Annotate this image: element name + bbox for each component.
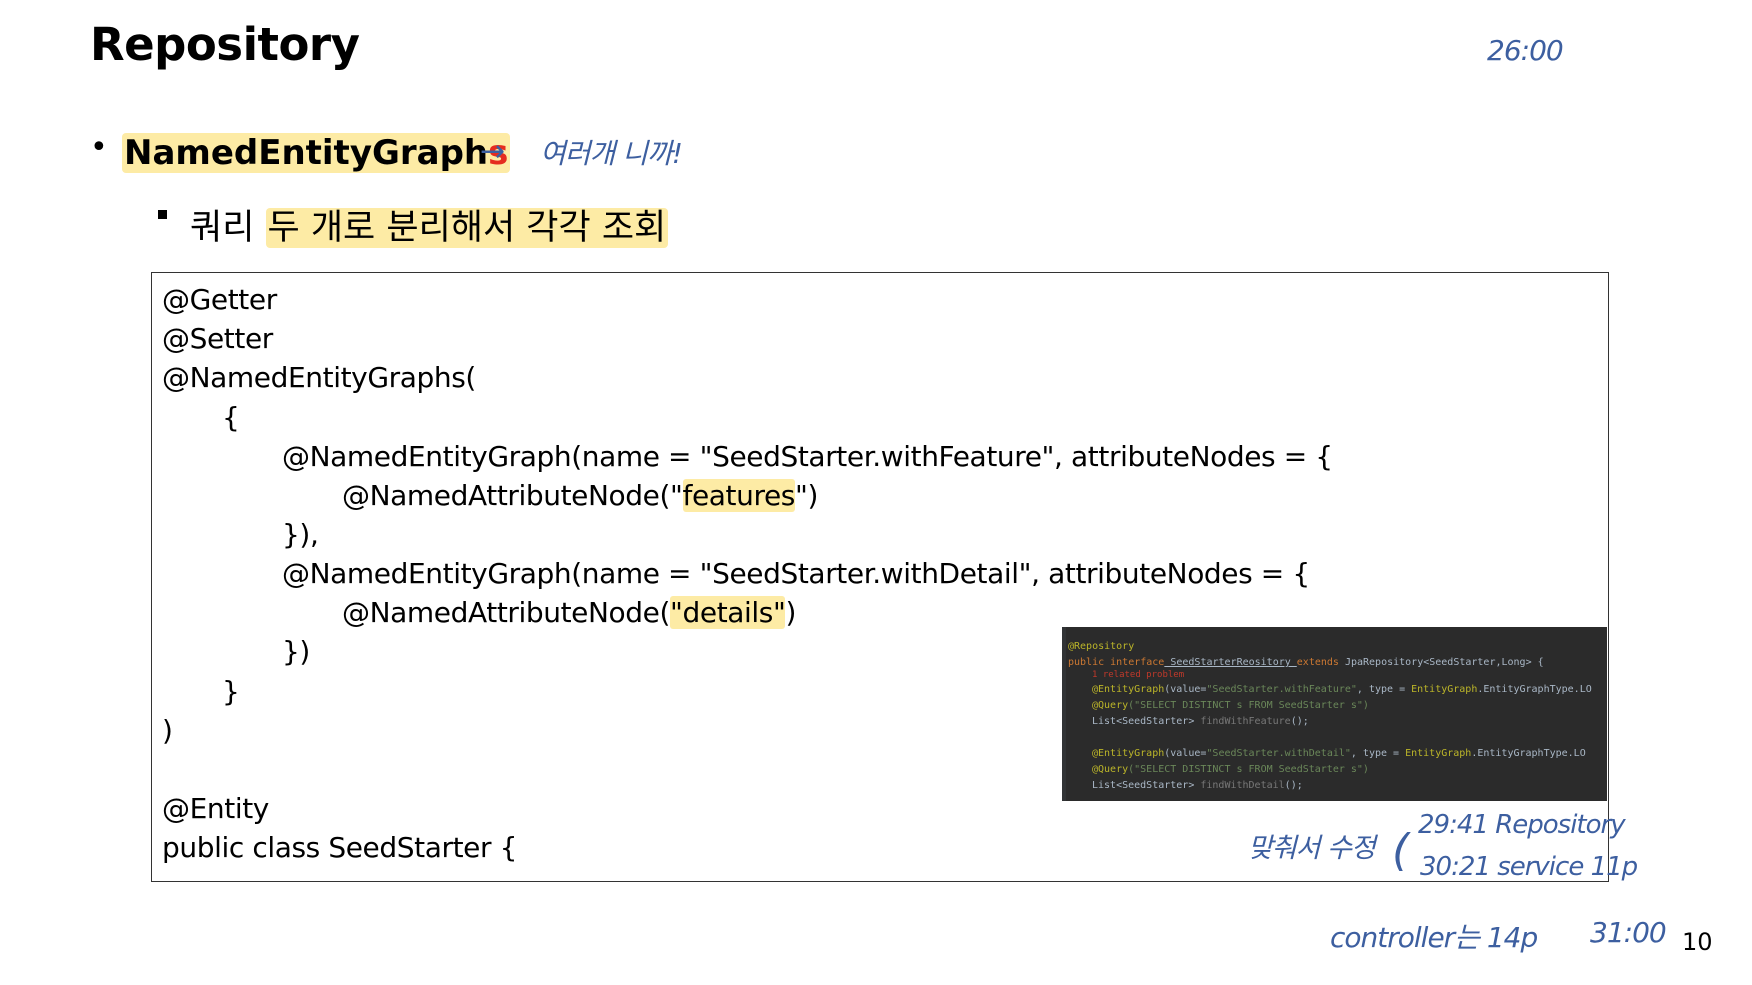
ide-screenshot: @Repository public interface SeedStarter… <box>1062 627 1607 801</box>
code-line: }), <box>282 518 319 551</box>
code-line: @NamedEntityGraph(name = "SeedStarter.wi… <box>282 440 1333 473</box>
square-bullet <box>158 210 167 219</box>
handwritten-note-service: 30:21 service 11p <box>1420 852 1638 882</box>
handwritten-bracket: ( <box>1392 825 1409 876</box>
code-line: ) <box>162 714 173 747</box>
sub-bullet-lead: 쿼리 <box>190 208 266 248</box>
code-highlight: features <box>682 479 795 512</box>
code-line: @Entity <box>162 792 269 825</box>
code-line: @NamedEntityGraph(name = "SeedStarter.wi… <box>282 557 1310 590</box>
highlight: NamedEntityGraphs <box>122 133 511 173</box>
code-line: @Setter <box>162 322 273 355</box>
bullet-namedentitygraphs: NamedEntityGraphs <box>122 133 511 173</box>
handwritten-time-bottom: 31:00 <box>1590 916 1667 949</box>
code-line: public class SeedStarter { <box>162 831 518 864</box>
code-line: }) <box>282 635 310 668</box>
sub-bullet-text: 쿼리 두 개로 분리해서 각각 조회 <box>190 199 669 250</box>
code-line: { <box>222 401 240 434</box>
code-line: } <box>222 675 240 708</box>
handwritten-note-repo: 29:41 Repository <box>1418 810 1626 840</box>
arrow-icon: → <box>480 134 506 169</box>
bullet-text: NamedEntityGraph <box>124 133 489 173</box>
ide-gutter <box>1062 627 1066 801</box>
sub-bullet-highlight: 두 개로 분리해서 각각 조회 <box>265 208 669 248</box>
code-line: @Getter <box>162 283 277 316</box>
slide-title: Repository <box>90 18 360 71</box>
handwritten-time-top: 26:00 <box>1487 34 1564 67</box>
handwritten-note-controller: controller는 14p <box>1330 921 1538 954</box>
handwritten-note-bullet: 여러개 니까! <box>540 137 683 170</box>
ide-problem-hint: 1 related problem <box>1092 670 1185 680</box>
code-line: @NamedAttributeNode("details") <box>342 596 796 629</box>
handwritten-note-fix: 맞춰서 수정 <box>1248 833 1376 864</box>
bullet-dot: • <box>90 130 108 165</box>
page-number: 10 <box>1682 928 1713 956</box>
code-line: @NamedAttributeNode("features") <box>342 479 818 512</box>
code-line: @NamedEntityGraphs( <box>162 361 476 394</box>
code-highlight: "details" <box>670 596 786 629</box>
